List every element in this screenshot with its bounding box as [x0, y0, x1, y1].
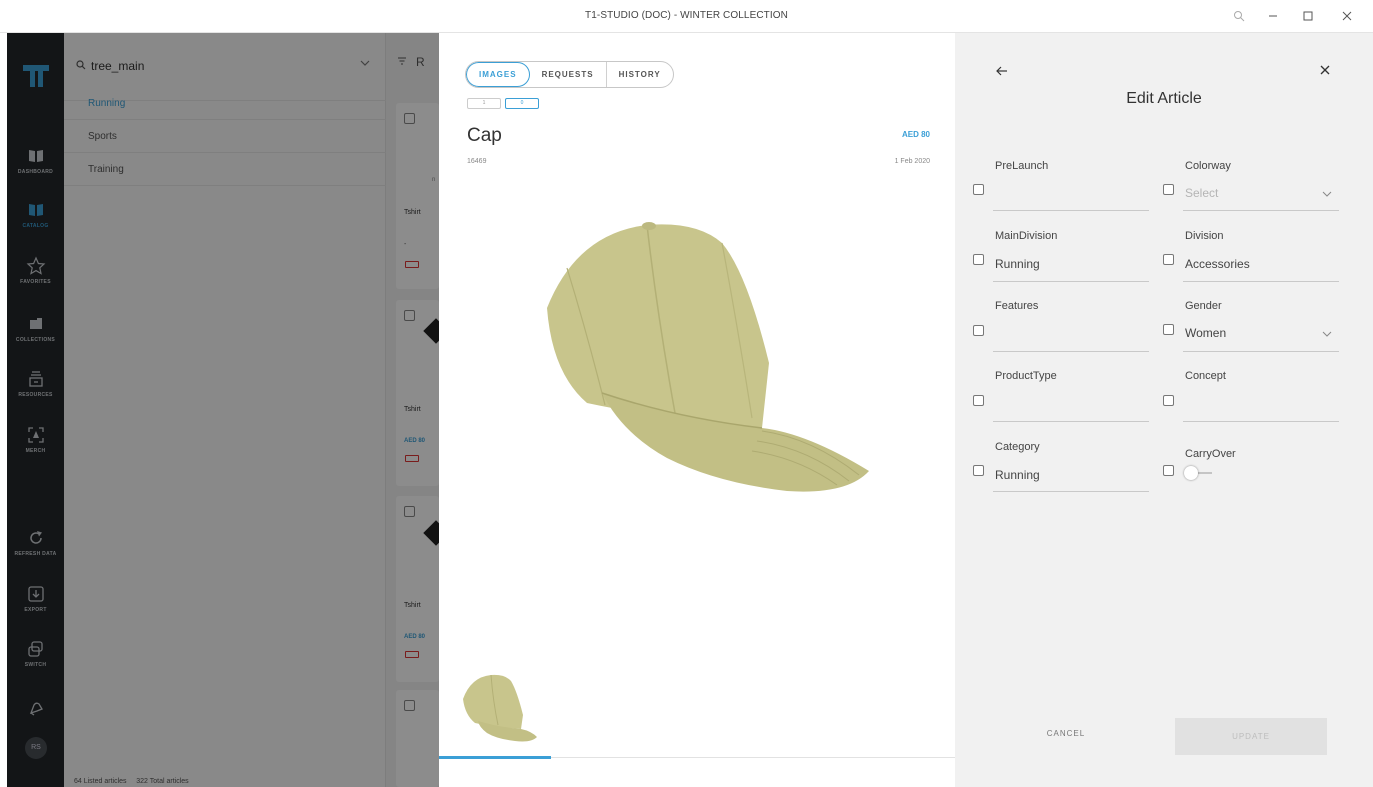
article-number: 16469	[467, 158, 487, 165]
field-underline	[1183, 351, 1339, 352]
field-label-carryover: CarryOver	[1185, 448, 1236, 460]
window-close-icon[interactable]	[1336, 6, 1358, 26]
maximize-icon[interactable]	[1297, 6, 1319, 26]
field-underline	[1183, 421, 1339, 422]
field-underline	[993, 491, 1149, 492]
field-checkbox-carryover[interactable]	[1163, 465, 1174, 476]
edit-article-panel: Edit Article PreLaunch Colorway Select M…	[955, 33, 1373, 787]
field-checkbox-gender[interactable]	[1163, 324, 1174, 335]
field-select-colorway[interactable]: Select	[1185, 186, 1218, 200]
field-label-division: Division	[1185, 230, 1224, 242]
field-underline	[993, 281, 1149, 282]
field-checkbox-maindivision[interactable]	[973, 254, 984, 265]
article-price: AED 80	[901, 130, 930, 139]
field-underline	[993, 351, 1149, 352]
field-label-maindivision: MainDivision	[995, 230, 1058, 242]
article-tabs: IMAGES REQUESTS HISTORY	[465, 61, 674, 88]
pill-item[interactable]: 1	[467, 98, 501, 109]
field-checkbox-division[interactable]	[1163, 254, 1174, 265]
window-title: T1-STUDIO (DOC) - WINTER COLLECTION	[585, 10, 788, 21]
field-label-concept: Concept	[1185, 370, 1226, 382]
field-checkbox-concept[interactable]	[1163, 395, 1174, 406]
field-underline	[1183, 281, 1339, 282]
image-counter-pills: 1 0	[467, 98, 539, 109]
field-label-producttype: ProductType	[995, 370, 1057, 382]
article-main-image	[547, 222, 869, 492]
chevron-down-icon[interactable]	[1321, 188, 1333, 200]
field-underline	[993, 210, 1149, 211]
field-checkbox-prelaunch[interactable]	[973, 184, 984, 195]
field-input-maindivision[interactable]: Running	[995, 257, 1040, 271]
tab-images[interactable]: IMAGES	[466, 62, 530, 87]
pill-item[interactable]: 0	[505, 98, 539, 109]
tab-history[interactable]: HISTORY	[607, 62, 673, 87]
article-name: Cap	[467, 125, 502, 146]
modal-backdrop[interactable]	[7, 33, 439, 787]
field-input-division[interactable]: Accessories	[1185, 257, 1250, 271]
article-date: 1 Feb 2020	[894, 158, 930, 165]
cancel-button[interactable]: CANCEL	[1021, 729, 1111, 745]
field-label-category: Category	[995, 441, 1040, 453]
field-checkbox-colorway[interactable]	[1163, 184, 1174, 195]
update-button[interactable]: UPDATE	[1175, 718, 1327, 755]
chevron-down-icon[interactable]	[1321, 328, 1333, 340]
close-icon[interactable]	[1319, 63, 1331, 80]
back-arrow-icon[interactable]	[995, 64, 1009, 80]
article-preview-panel: IMAGES REQUESTS HISTORY 1 0 Cap AED 80 1…	[439, 33, 955, 787]
field-checkbox-category[interactable]	[973, 465, 984, 476]
field-label-prelaunch: PreLaunch	[995, 160, 1049, 172]
edit-article-title: Edit Article	[1126, 90, 1202, 107]
window-titlebar: T1-STUDIO (DOC) - WINTER COLLECTION	[0, 0, 1373, 33]
field-checkbox-features[interactable]	[973, 325, 984, 336]
thumbnail-selection-indicator	[439, 756, 551, 759]
zoom-icon[interactable]	[1228, 6, 1250, 26]
field-label-colorway: Colorway	[1185, 160, 1231, 172]
field-input-category[interactable]: Running	[995, 468, 1040, 482]
field-label-features: Features	[995, 300, 1039, 312]
article-thumbnail[interactable]	[453, 671, 539, 743]
field-select-gender[interactable]: Women	[1185, 326, 1226, 340]
field-checkbox-producttype[interactable]	[973, 395, 984, 406]
field-underline	[993, 421, 1149, 422]
carryover-toggle[interactable]	[1184, 466, 1198, 480]
field-underline	[1183, 210, 1339, 211]
minimize-icon[interactable]	[1262, 6, 1284, 26]
tab-requests[interactable]: REQUESTS	[530, 62, 607, 87]
field-label-gender: Gender	[1185, 300, 1222, 312]
